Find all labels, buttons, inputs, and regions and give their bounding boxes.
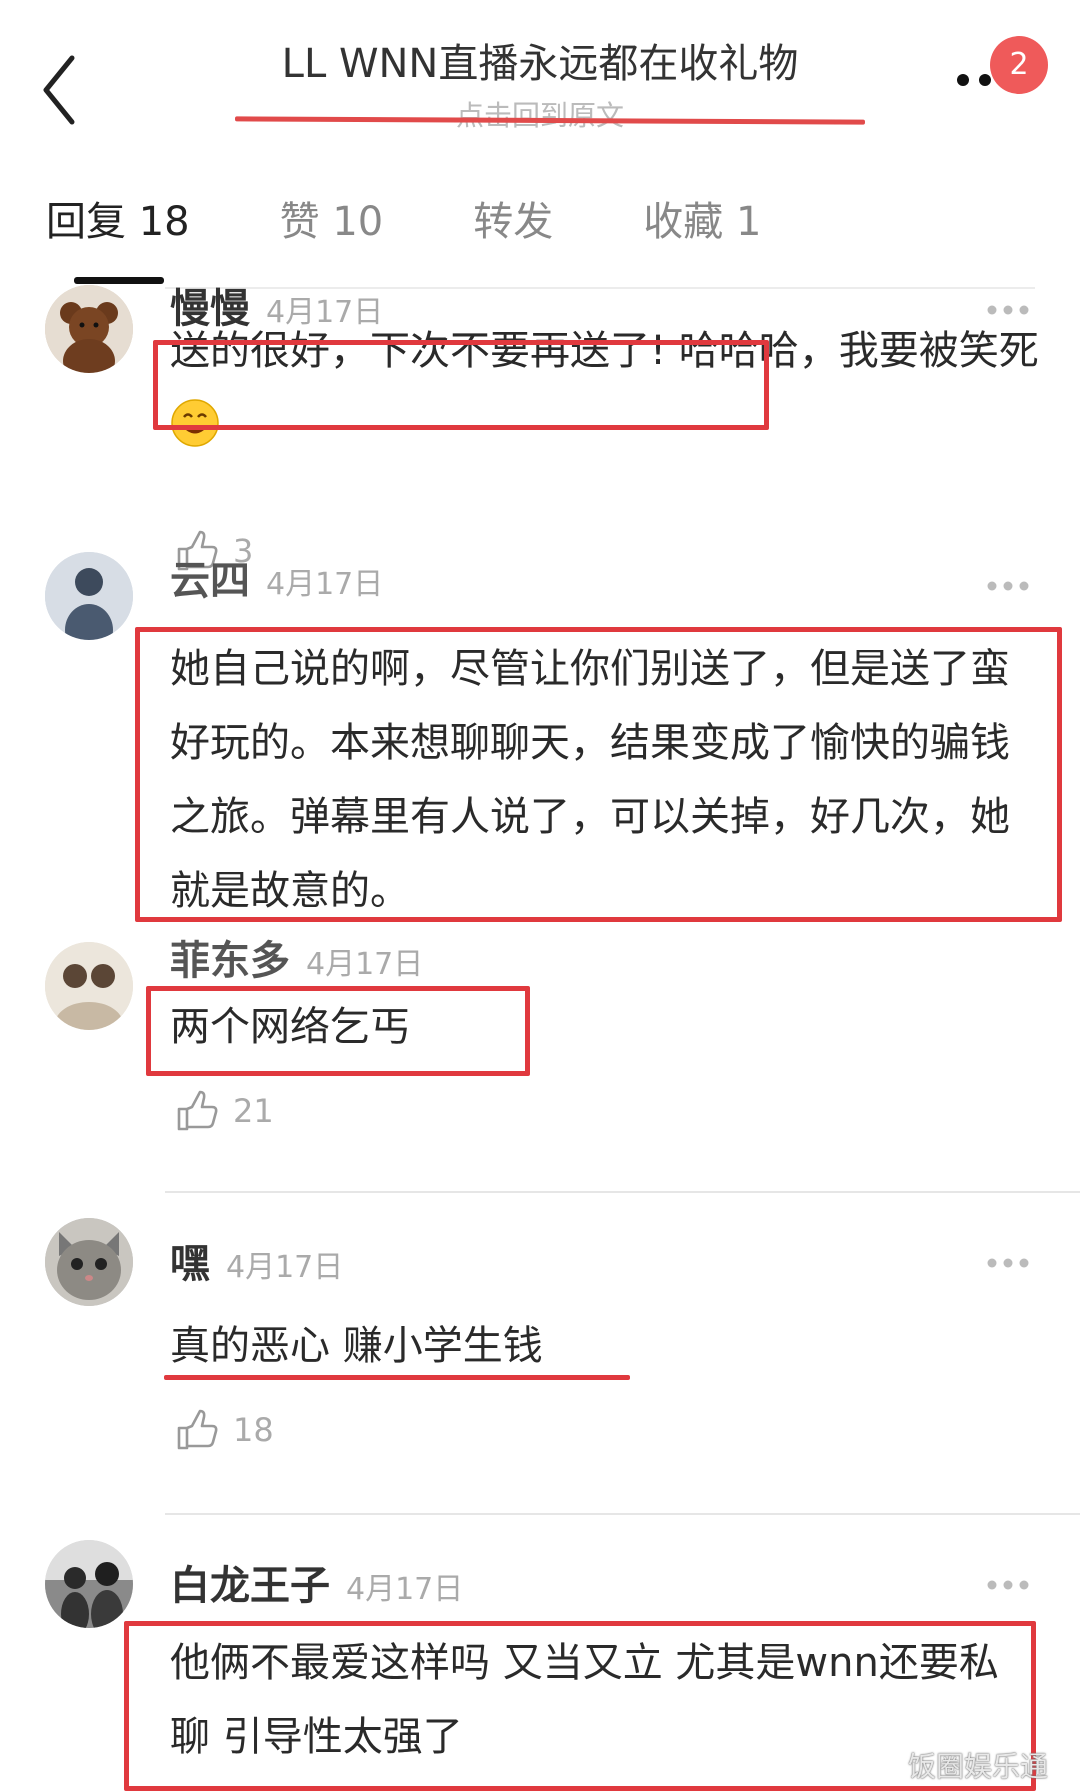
comment-date: 4月17日 bbox=[346, 1572, 464, 1607]
comment-header: 菲东多 4月17日 bbox=[170, 936, 423, 990]
comment-text: 她自己说的啊，尽管让你们别送了，但是送了蛮好玩的。本来想聊聊天，结果变成了愉快的… bbox=[170, 646, 1010, 914]
comment-more-button[interactable] bbox=[985, 578, 1031, 592]
person-avatar-icon bbox=[45, 942, 133, 1030]
teddy-bear-avatar-icon bbox=[45, 285, 133, 373]
more-menu-button[interactable] bbox=[955, 70, 995, 90]
avatar[interactable] bbox=[45, 285, 133, 373]
like-count: 18 bbox=[233, 1411, 274, 1449]
comment-header: 白龙王子 4月17日 bbox=[170, 1561, 463, 1615]
thumbs-up-icon bbox=[177, 1090, 218, 1131]
thumbs-up-icon bbox=[177, 1409, 218, 1450]
annotation-underline bbox=[164, 1375, 630, 1380]
avatar[interactable] bbox=[45, 1540, 133, 1628]
comment-text: 送的很好，下次不要再送了! 哈哈哈，我要被笑死 bbox=[170, 314, 1040, 462]
comment-text: 真的恶心 赚小学生钱 bbox=[170, 1323, 543, 1369]
comment-header: 嘿 4月17日 bbox=[170, 1239, 343, 1293]
comment-text: 两个网络乞丐 bbox=[170, 1004, 410, 1050]
like-count: 21 bbox=[233, 1092, 274, 1130]
grinning-face-icon bbox=[171, 399, 219, 447]
comment-divider bbox=[165, 1513, 1080, 1515]
comment-author[interactable]: 嘿 bbox=[170, 1241, 210, 1287]
more-dots-icon bbox=[987, 1258, 1029, 1268]
comment-text: 他俩不最爱这样吗 又当又立 尤其是wnn还要私聊 引导性太强了 bbox=[170, 1640, 999, 1760]
cat-avatar-icon bbox=[45, 1218, 133, 1306]
comment-author[interactable]: 菲东多 bbox=[170, 938, 290, 984]
comment-header: 云四 4月17日 bbox=[170, 556, 383, 610]
avatar[interactable] bbox=[45, 942, 133, 1030]
comment-date: 4月17日 bbox=[226, 1250, 344, 1285]
comment-text-rest: 哈哈哈，我要被笑死 bbox=[678, 328, 1039, 374]
comment-date: 4月17日 bbox=[266, 567, 384, 602]
watermark: 饭圈娱乐通 bbox=[908, 1750, 1049, 1783]
comment-text-highlighted: 送的很好，下次不要再送了! bbox=[170, 328, 667, 374]
comment-item: 云四 4月17日 她自己说的啊，尽管让你们别送了，但是送了蛮好玩的。本来想聊聊天，… bbox=[0, 552, 1080, 950]
tab-favorites[interactable]: 收藏 1 bbox=[643, 192, 761, 252]
comment-item: 嘿 4月17日 真的恶心 赚小学生钱 18 bbox=[0, 1215, 1080, 1505]
comment-author[interactable]: 白龙王子 bbox=[170, 1563, 330, 1609]
notification-badge[interactable]: 2 bbox=[990, 36, 1048, 94]
like-button[interactable]: 18 bbox=[175, 1407, 274, 1453]
person-avatar-icon bbox=[45, 552, 133, 640]
comment-date: 4月17日 bbox=[306, 947, 424, 982]
tab-likes[interactable]: 赞 10 bbox=[280, 192, 384, 252]
avatar[interactable] bbox=[45, 552, 133, 640]
tab-replies[interactable]: 回复 18 bbox=[46, 192, 190, 252]
comment-item: 慢慢 4月17日 送的很好，下次不要再送了! 哈哈哈，我要被笑死 3 bbox=[0, 282, 1080, 572]
photo-avatar-icon bbox=[45, 1540, 133, 1628]
comment-divider bbox=[165, 1191, 1080, 1193]
tab-reposts[interactable]: 转发 bbox=[473, 192, 553, 252]
tab-bar: 回复 18 赞 10 转发 收藏 1 bbox=[46, 192, 851, 252]
like-button[interactable]: 21 bbox=[175, 1088, 274, 1134]
comment-item: 菲东多 4月17日 两个网络乞丐 21 bbox=[0, 938, 1080, 1190]
page-title[interactable]: LL WNN直播永远都在收礼物 bbox=[0, 34, 1080, 94]
avatar[interactable] bbox=[45, 1218, 133, 1306]
more-dots-icon bbox=[957, 74, 991, 86]
back-to-original-link[interactable]: 点击回到原文 bbox=[0, 96, 1080, 136]
comment-author[interactable]: 云四 bbox=[170, 558, 250, 604]
comment-more-button[interactable] bbox=[985, 1255, 1031, 1269]
comment-more-button[interactable] bbox=[985, 1577, 1031, 1591]
more-dots-icon bbox=[987, 581, 1029, 591]
more-dots-icon bbox=[987, 1580, 1029, 1590]
